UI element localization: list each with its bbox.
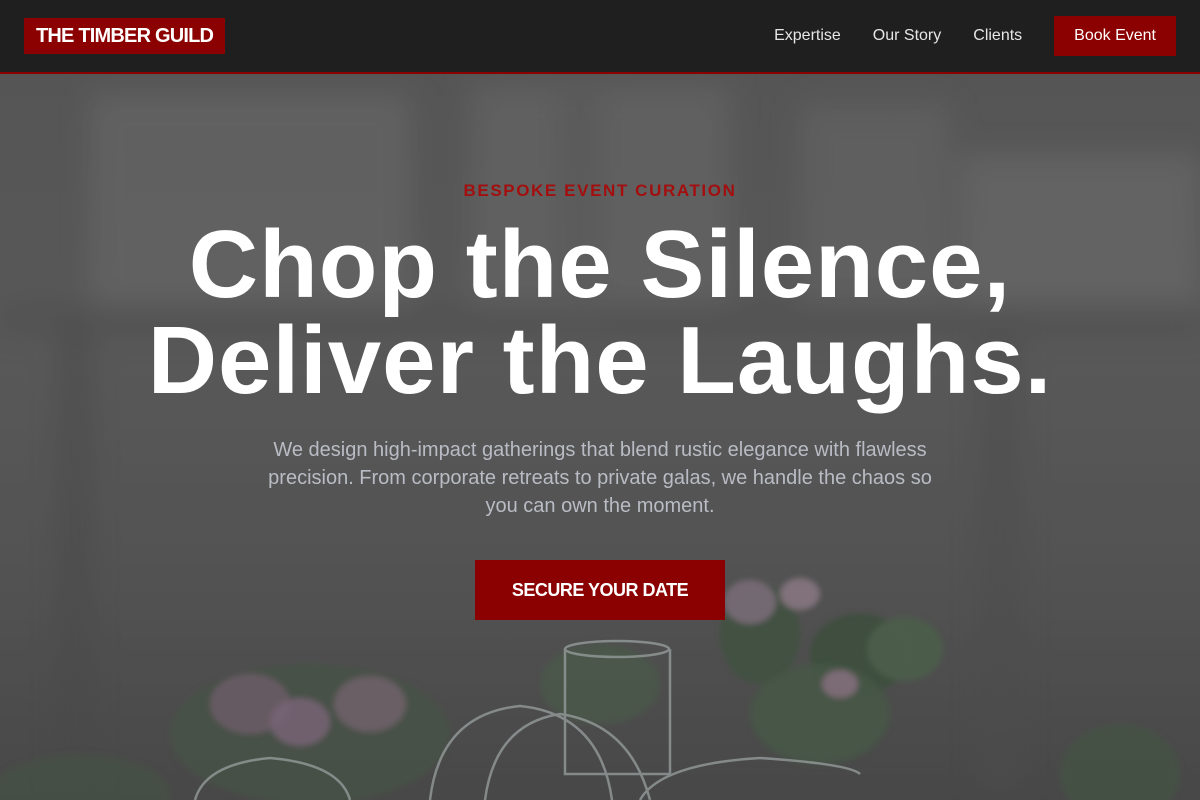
top-navigation: THE TIMBER GUILD Expertise Our Story Cli… xyxy=(0,0,1200,74)
nav-link-clients[interactable]: Clients xyxy=(973,27,1022,45)
hero-description: We design high-impact gatherings that bl… xyxy=(268,439,932,517)
hero-section: BESPOKE EVENT CURATION Chop the Silence,… xyxy=(0,74,1200,800)
hero-headline-line-1: Chop the Silence, xyxy=(188,211,1012,318)
book-event-button[interactable]: Book Event xyxy=(1054,16,1176,56)
nav-links: Expertise Our Story Clients Book Event xyxy=(774,16,1176,56)
hero-headline: Chop the Silence, Deliver the Laughs. xyxy=(0,217,1200,409)
nav-link-our-story[interactable]: Our Story xyxy=(873,27,941,45)
secure-your-date-button[interactable]: SECURE YOUR DATE xyxy=(475,560,725,620)
hero-eyebrow: BESPOKE EVENT CURATION xyxy=(463,181,737,200)
brand-logo[interactable]: THE TIMBER GUILD xyxy=(24,18,226,54)
hero-headline-line-2: Deliver the Laughs. xyxy=(147,307,1053,414)
nav-link-expertise[interactable]: Expertise xyxy=(774,27,841,45)
